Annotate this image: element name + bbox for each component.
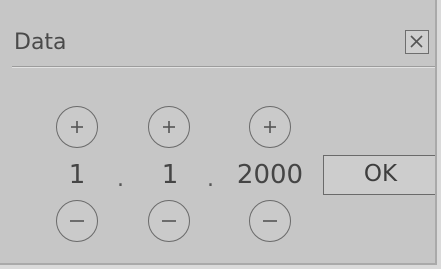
dialog-title: Data [14,30,67,55]
plus-icon [264,121,276,133]
title-separator [12,66,435,68]
close-icon [410,35,423,48]
minus-icon [162,220,176,222]
day-decrement-button[interactable] [56,200,98,242]
plus-icon [71,121,83,133]
day-increment-button[interactable] [56,106,98,148]
title-bar: Data [0,0,435,66]
year-increment-button[interactable] [249,106,291,148]
month-decrement-button[interactable] [148,200,190,242]
date-dialog: Data 1 . 1 . 2000 OK [0,0,437,265]
month-value: 1 [161,160,179,190]
year-decrement-button[interactable] [249,200,291,242]
minus-icon [263,220,277,222]
ok-button[interactable]: OK [323,155,435,195]
day-value: 1 [68,160,86,190]
date-separator-1: . [117,167,124,192]
year-value: 2000 [236,160,304,190]
minus-icon [70,220,84,222]
month-increment-button[interactable] [148,106,190,148]
date-separator-2: . [207,167,214,192]
close-button[interactable] [405,30,429,54]
plus-icon [163,121,175,133]
